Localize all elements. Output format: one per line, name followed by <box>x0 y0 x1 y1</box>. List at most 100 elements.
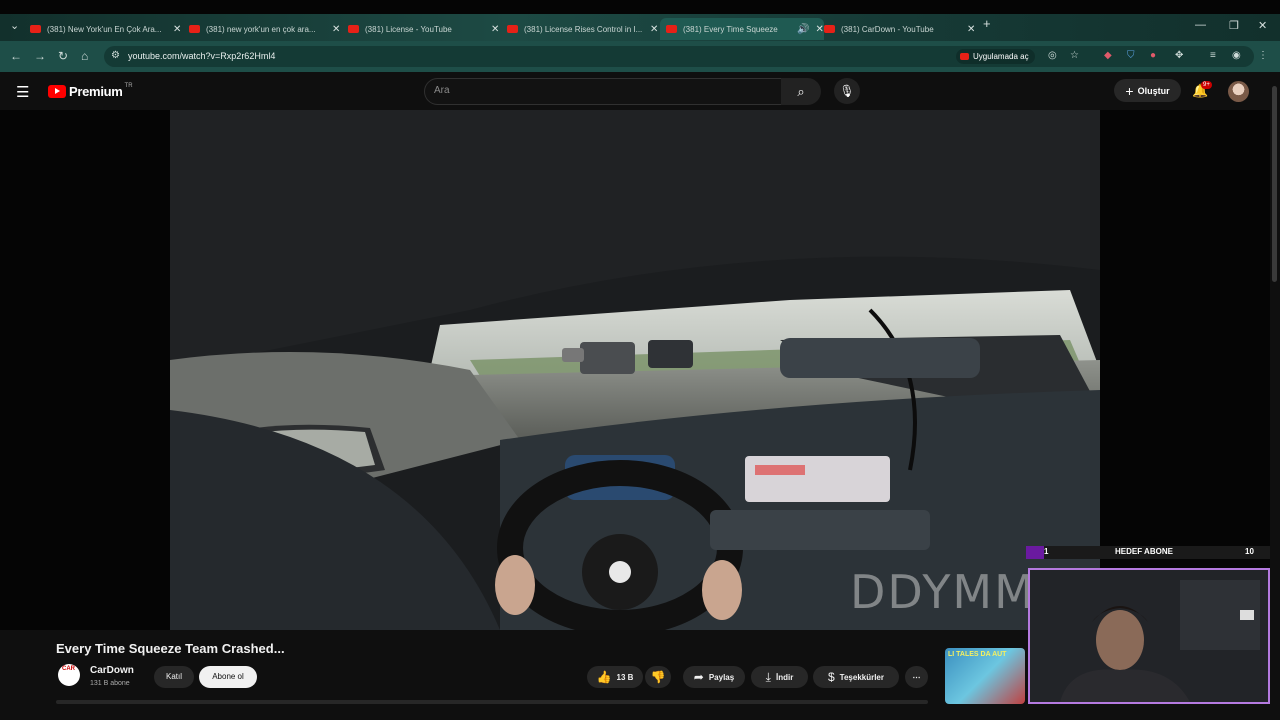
search-placeholder: Ara <box>434 85 450 96</box>
dislike-button[interactable]: 👎 <box>645 666 671 688</box>
page-scrollbar[interactable] <box>1270 72 1280 720</box>
tab-title: (381) New York'un En Çok Ara... <box>47 24 162 34</box>
share-arrow-icon: ➦ <box>693 670 704 684</box>
like-count: 13 B <box>616 672 634 682</box>
tab-search-icon[interactable]: ⌄ <box>10 19 19 32</box>
home-icon[interactable]: ⌂ <box>81 49 88 63</box>
subscribe-button[interactable]: Abone ol <box>199 666 257 688</box>
browser-tab-strip: ⌄ (381) New York'un En Çok Ara... ✕ (381… <box>0 0 1280 41</box>
tab-title: (381) Every Time Squeeze <box>683 24 778 34</box>
hamburger-menu-icon[interactable]: ☰ <box>16 83 29 101</box>
browser-tab-4[interactable]: (381) License Rises Control in I... ✕ <box>507 18 658 40</box>
eye-off-icon[interactable]: ◎ <box>1048 50 1057 61</box>
browser-tab-3[interactable]: (381) License - YouTube ✕ <box>348 18 499 40</box>
plus-icon: + <box>1125 82 1134 99</box>
voice-search-button[interactable]: 🎙 <box>834 78 860 104</box>
close-tab-icon[interactable]: ✕ <box>967 24 975 35</box>
youtube-premium-logo[interactable]: Premium TR <box>48 82 133 99</box>
channel-name[interactable]: CarDown <box>90 665 134 676</box>
browser-menu-icon[interactable]: ⋮ <box>1258 50 1268 61</box>
thumbs-up-icon: 👍 <box>596 670 612 684</box>
extension-icon[interactable]: ◆ <box>1104 50 1112 61</box>
webcam-overlay <box>1028 568 1270 704</box>
youtube-favicon-icon <box>666 25 677 33</box>
channel-avatar-text: CAR <box>62 666 75 672</box>
country-code: TR <box>124 82 133 89</box>
more-actions-button[interactable]: ⋯ <box>905 666 928 688</box>
profile-icon[interactable]: ◉ <box>1232 50 1241 61</box>
tab-title: (381) License - YouTube <box>365 24 452 34</box>
close-tab-icon[interactable]: ✕ <box>650 24 658 35</box>
shield-extension-icon[interactable]: ⛉ <box>1127 50 1135 61</box>
bookmark-star-icon[interactable]: ☆ <box>1070 50 1079 61</box>
subscriber-count: 131 B abone <box>90 680 130 687</box>
account-avatar[interactable] <box>1228 81 1249 102</box>
window-top-bar <box>0 0 1280 14</box>
logo-text: Premium <box>69 84 123 99</box>
super-thanks-icon: $ <box>827 670 835 684</box>
youtube-play-icon <box>48 85 66 98</box>
webcam-scene <box>1030 570 1268 702</box>
url-text[interactable]: youtube.com/watch?v=Rxp2r62Hml4 <box>128 51 275 61</box>
browser-tab-1[interactable]: (381) New York'un En Çok Ara... ✕ <box>30 18 181 40</box>
join-button[interactable]: Katıl <box>154 666 194 688</box>
video-frame[interactable] <box>170 110 1100 630</box>
close-tab-icon[interactable]: ✕ <box>491 24 499 35</box>
tab-title: (381) License Rises Control in I... <box>524 24 643 34</box>
forward-icon[interactable]: → <box>34 49 46 63</box>
download-icon: ⤓ <box>765 669 771 684</box>
notification-badge: 9+ <box>1201 81 1212 89</box>
car-interior-scene <box>170 110 1100 630</box>
browser-tab-6[interactable]: (381) CarDown - YouTube ✕ <box>824 18 975 40</box>
open-in-app-button[interactable]: Uygulamada aç <box>956 49 1035 64</box>
video-title: Every Time Squeeze Team Crashed... <box>56 641 285 656</box>
minimize-icon[interactable]: — <box>1195 19 1206 31</box>
video-watermark: DDYMM <box>850 565 1036 619</box>
search-input[interactable] <box>424 78 782 105</box>
description-box-edge <box>56 700 928 704</box>
youtube-icon <box>960 53 969 60</box>
goal-target: 10 <box>1245 547 1254 556</box>
subscriber-goal-bar: 1 HEDEF ABONE 10 <box>1026 546 1270 559</box>
youtube-favicon-icon <box>30 25 41 33</box>
microphone-icon: 🎙 <box>839 84 855 98</box>
thanks-button[interactable]: $ Teşekkürler <box>813 666 899 688</box>
share-label: Paylaş <box>708 672 735 682</box>
create-label: Oluştur <box>1137 85 1170 96</box>
tab-list-icon[interactable]: ≡ <box>1210 50 1216 61</box>
tab-title: (381) new york'un en çok ara... <box>206 24 316 34</box>
reload-icon[interactable]: ↻ <box>58 49 68 63</box>
browser-tab-5-active[interactable]: (381) Every Time Squeeze 🔊 ✕ <box>660 18 824 40</box>
download-button[interactable]: ⤓ İndir <box>751 666 808 688</box>
speaker-icon[interactable]: 🔊 <box>797 24 809 35</box>
extension-badge-icon[interactable]: ● <box>1150 50 1156 61</box>
recommended-thumb-text: LI TALES DA AUT <box>948 651 1007 658</box>
scrollbar-thumb[interactable] <box>1272 86 1277 282</box>
window-close-icon[interactable]: ✕ <box>1258 19 1267 32</box>
restore-icon[interactable]: ❐ <box>1229 19 1239 32</box>
share-button[interactable]: ➦ Paylaş <box>683 666 745 688</box>
goal-current: 1 <box>1044 547 1049 556</box>
omnibox[interactable] <box>104 46 1254 67</box>
youtube-favicon-icon <box>189 25 200 33</box>
close-tab-icon[interactable]: ✕ <box>173 24 181 35</box>
search-button[interactable]: ⌕ <box>781 78 821 105</box>
youtube-favicon-icon <box>507 25 518 33</box>
back-icon[interactable]: ← <box>10 49 22 63</box>
close-tab-icon[interactable]: ✕ <box>332 24 340 35</box>
search-icon: ⌕ <box>797 84 805 99</box>
recommended-video-thumbnail[interactable]: LI TALES DA AUT <box>945 648 1025 704</box>
new-tab-icon[interactable]: + <box>983 16 991 31</box>
thanks-label: Teşekkürler <box>839 672 884 682</box>
tab-title: (381) CarDown - YouTube <box>841 24 934 34</box>
channel-avatar[interactable]: CAR <box>58 664 80 686</box>
youtube-favicon-icon <box>824 25 835 33</box>
download-label: İndir <box>775 672 794 682</box>
create-button[interactable]: + Oluştur <box>1114 79 1181 102</box>
browser-tab-2[interactable]: (381) new york'un en çok ara... ✕ <box>189 18 340 40</box>
more-horizontal-icon: ⋯ <box>912 672 921 682</box>
like-button[interactable]: 👍 13 B <box>587 666 643 688</box>
site-info-icon[interactable]: ⚙ <box>111 50 120 61</box>
extensions-puzzle-icon[interactable]: ✥ <box>1175 50 1183 61</box>
close-tab-icon[interactable]: ✕ <box>815 24 823 35</box>
